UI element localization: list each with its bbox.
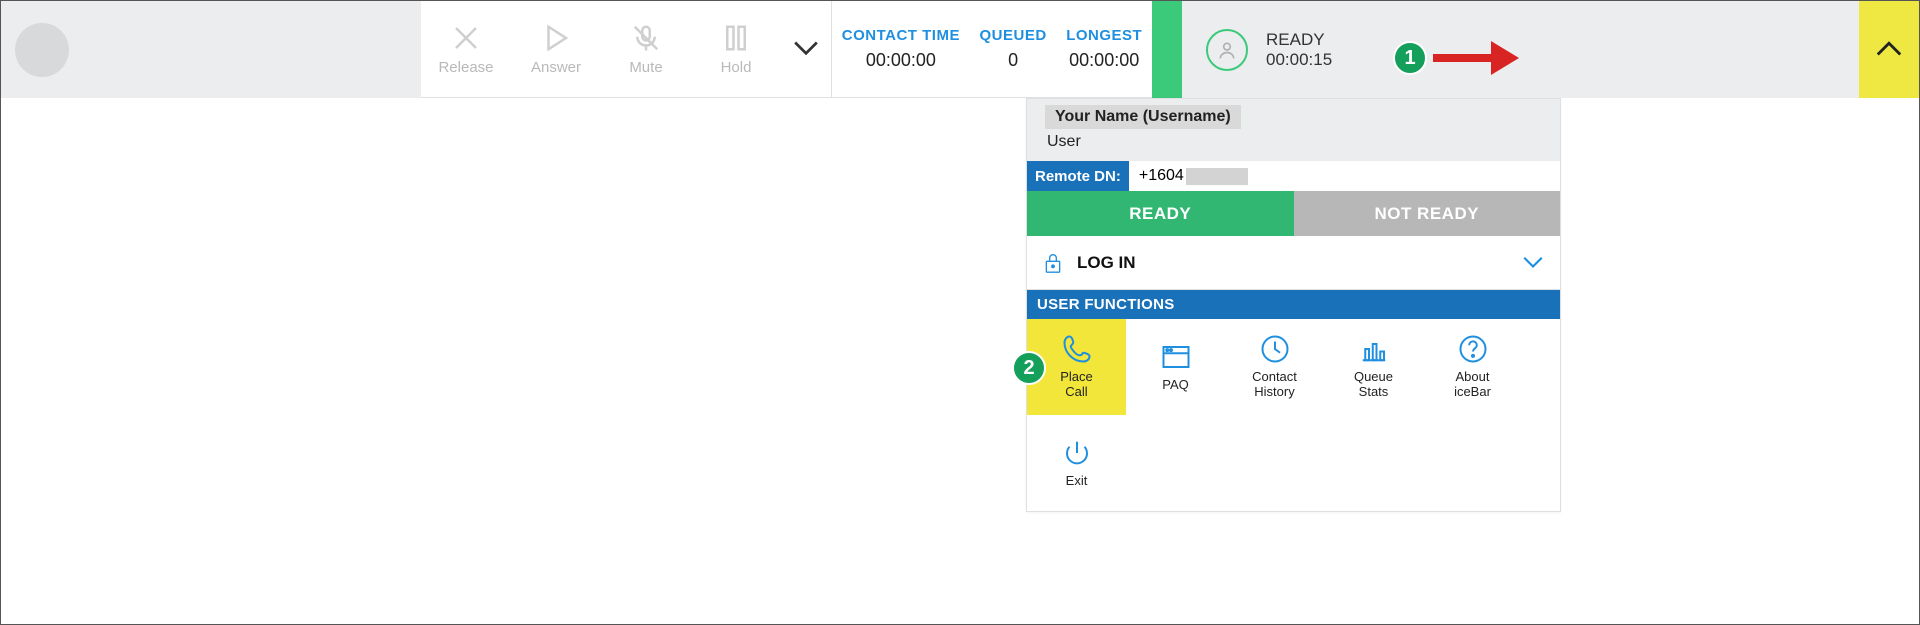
chevron-down-icon	[793, 40, 819, 58]
answer-label: Answer	[531, 59, 581, 76]
ready-row: READY NOT READY	[1027, 191, 1560, 236]
uf-item-label: PAQ	[1162, 378, 1189, 393]
question-icon	[1458, 334, 1488, 364]
bars-icon	[1359, 334, 1389, 364]
release-label: Release	[438, 59, 493, 76]
pause-icon	[721, 23, 751, 53]
remote-dn-text: +1604	[1139, 167, 1184, 185]
stat-value: 00:00:00	[1069, 50, 1139, 71]
hold-label: Hold	[721, 59, 752, 76]
mic-mute-icon	[631, 23, 661, 53]
not-ready-button[interactable]: NOT READY	[1294, 191, 1561, 236]
avatar-placeholder	[15, 23, 69, 77]
user-functions-grid: PlaceCall PAQ ContactHistory QueueStats Abou…	[1027, 319, 1560, 511]
uf-item-bars[interactable]: QueueStats	[1324, 319, 1423, 415]
stat-label: CONTACT TIME	[842, 27, 960, 44]
uf-item-power[interactable]: Exit	[1027, 415, 1126, 511]
topbar-left	[1, 1, 421, 98]
panel-header: Your Name (Username) User	[1027, 99, 1560, 161]
remote-dn-label: Remote DN:	[1027, 161, 1129, 191]
uf-item-clock[interactable]: ContactHistory	[1225, 319, 1324, 415]
remote-dn-row: Remote DN: +1604	[1027, 161, 1560, 191]
call-controls: Release Answer Mute Hold	[421, 1, 832, 98]
phone-icon	[1062, 334, 1092, 364]
stats-panel: CONTACT TIME 00:00:00 QUEUED 0 LONGEST 0…	[832, 1, 1152, 98]
callout-2-badge: 2	[1012, 351, 1046, 385]
x-icon	[451, 23, 481, 53]
uf-item-label: PlaceCall	[1060, 370, 1093, 400]
stat-queued: QUEUED 0	[979, 27, 1046, 71]
panel-toggle-button[interactable]	[1859, 1, 1919, 98]
uf-item-label: AbouticeBar	[1454, 370, 1491, 400]
status-indicator-strip	[1152, 1, 1182, 98]
ready-button[interactable]: READY	[1027, 191, 1294, 236]
user-panel: Your Name (Username) User Remote DN: +16…	[1026, 98, 1561, 512]
top-bar: Release Answer Mute Hold CONTACT TIME 00…	[1, 1, 1919, 98]
redacted-block	[1186, 168, 1248, 185]
stat-contact-time: CONTACT TIME 00:00:00	[842, 27, 960, 71]
chevron-down-icon	[1522, 256, 1544, 270]
uf-item-label: ContactHistory	[1252, 370, 1297, 400]
stat-longest: LONGEST 00:00:00	[1066, 27, 1142, 71]
power-icon	[1062, 438, 1092, 468]
mute-button[interactable]: Mute	[601, 1, 691, 97]
stat-label: LONGEST	[1066, 27, 1142, 44]
status-state: READY	[1266, 30, 1332, 50]
stat-value: 00:00:00	[866, 50, 936, 71]
clock-icon	[1260, 334, 1290, 364]
callout-1-arrow	[1431, 37, 1521, 84]
stat-value: 0	[1008, 50, 1018, 71]
status-avatar	[1206, 29, 1248, 71]
uf-item-label: QueueStats	[1354, 370, 1393, 400]
mute-label: Mute	[629, 59, 662, 76]
login-label: LOG IN	[1077, 253, 1522, 273]
status-text: READY 00:00:15	[1266, 30, 1332, 70]
lock-icon	[1043, 251, 1063, 275]
user-functions-header: USER FUNCTIONS	[1027, 290, 1560, 319]
user-icon	[1217, 40, 1237, 60]
stat-label: QUEUED	[979, 27, 1046, 44]
remote-dn-value[interactable]: +1604	[1129, 167, 1248, 185]
callout-1-badge: 1	[1393, 41, 1427, 75]
call-controls-expand[interactable]	[781, 40, 831, 58]
uf-item-question[interactable]: AbouticeBar	[1423, 319, 1522, 415]
user-name: Your Name (Username)	[1045, 105, 1241, 129]
uf-item-label: Exit	[1066, 474, 1088, 489]
hold-button[interactable]: Hold	[691, 1, 781, 97]
uf-item-window[interactable]: PAQ	[1126, 319, 1225, 415]
status-time: 00:00:15	[1266, 50, 1332, 70]
play-icon	[541, 23, 571, 53]
answer-button[interactable]: Answer	[511, 1, 601, 97]
chevron-up-icon	[1875, 41, 1903, 59]
window-icon	[1161, 342, 1191, 372]
user-role: User	[1047, 133, 1542, 151]
release-button[interactable]: Release	[421, 1, 511, 97]
login-row[interactable]: LOG IN	[1027, 236, 1560, 290]
